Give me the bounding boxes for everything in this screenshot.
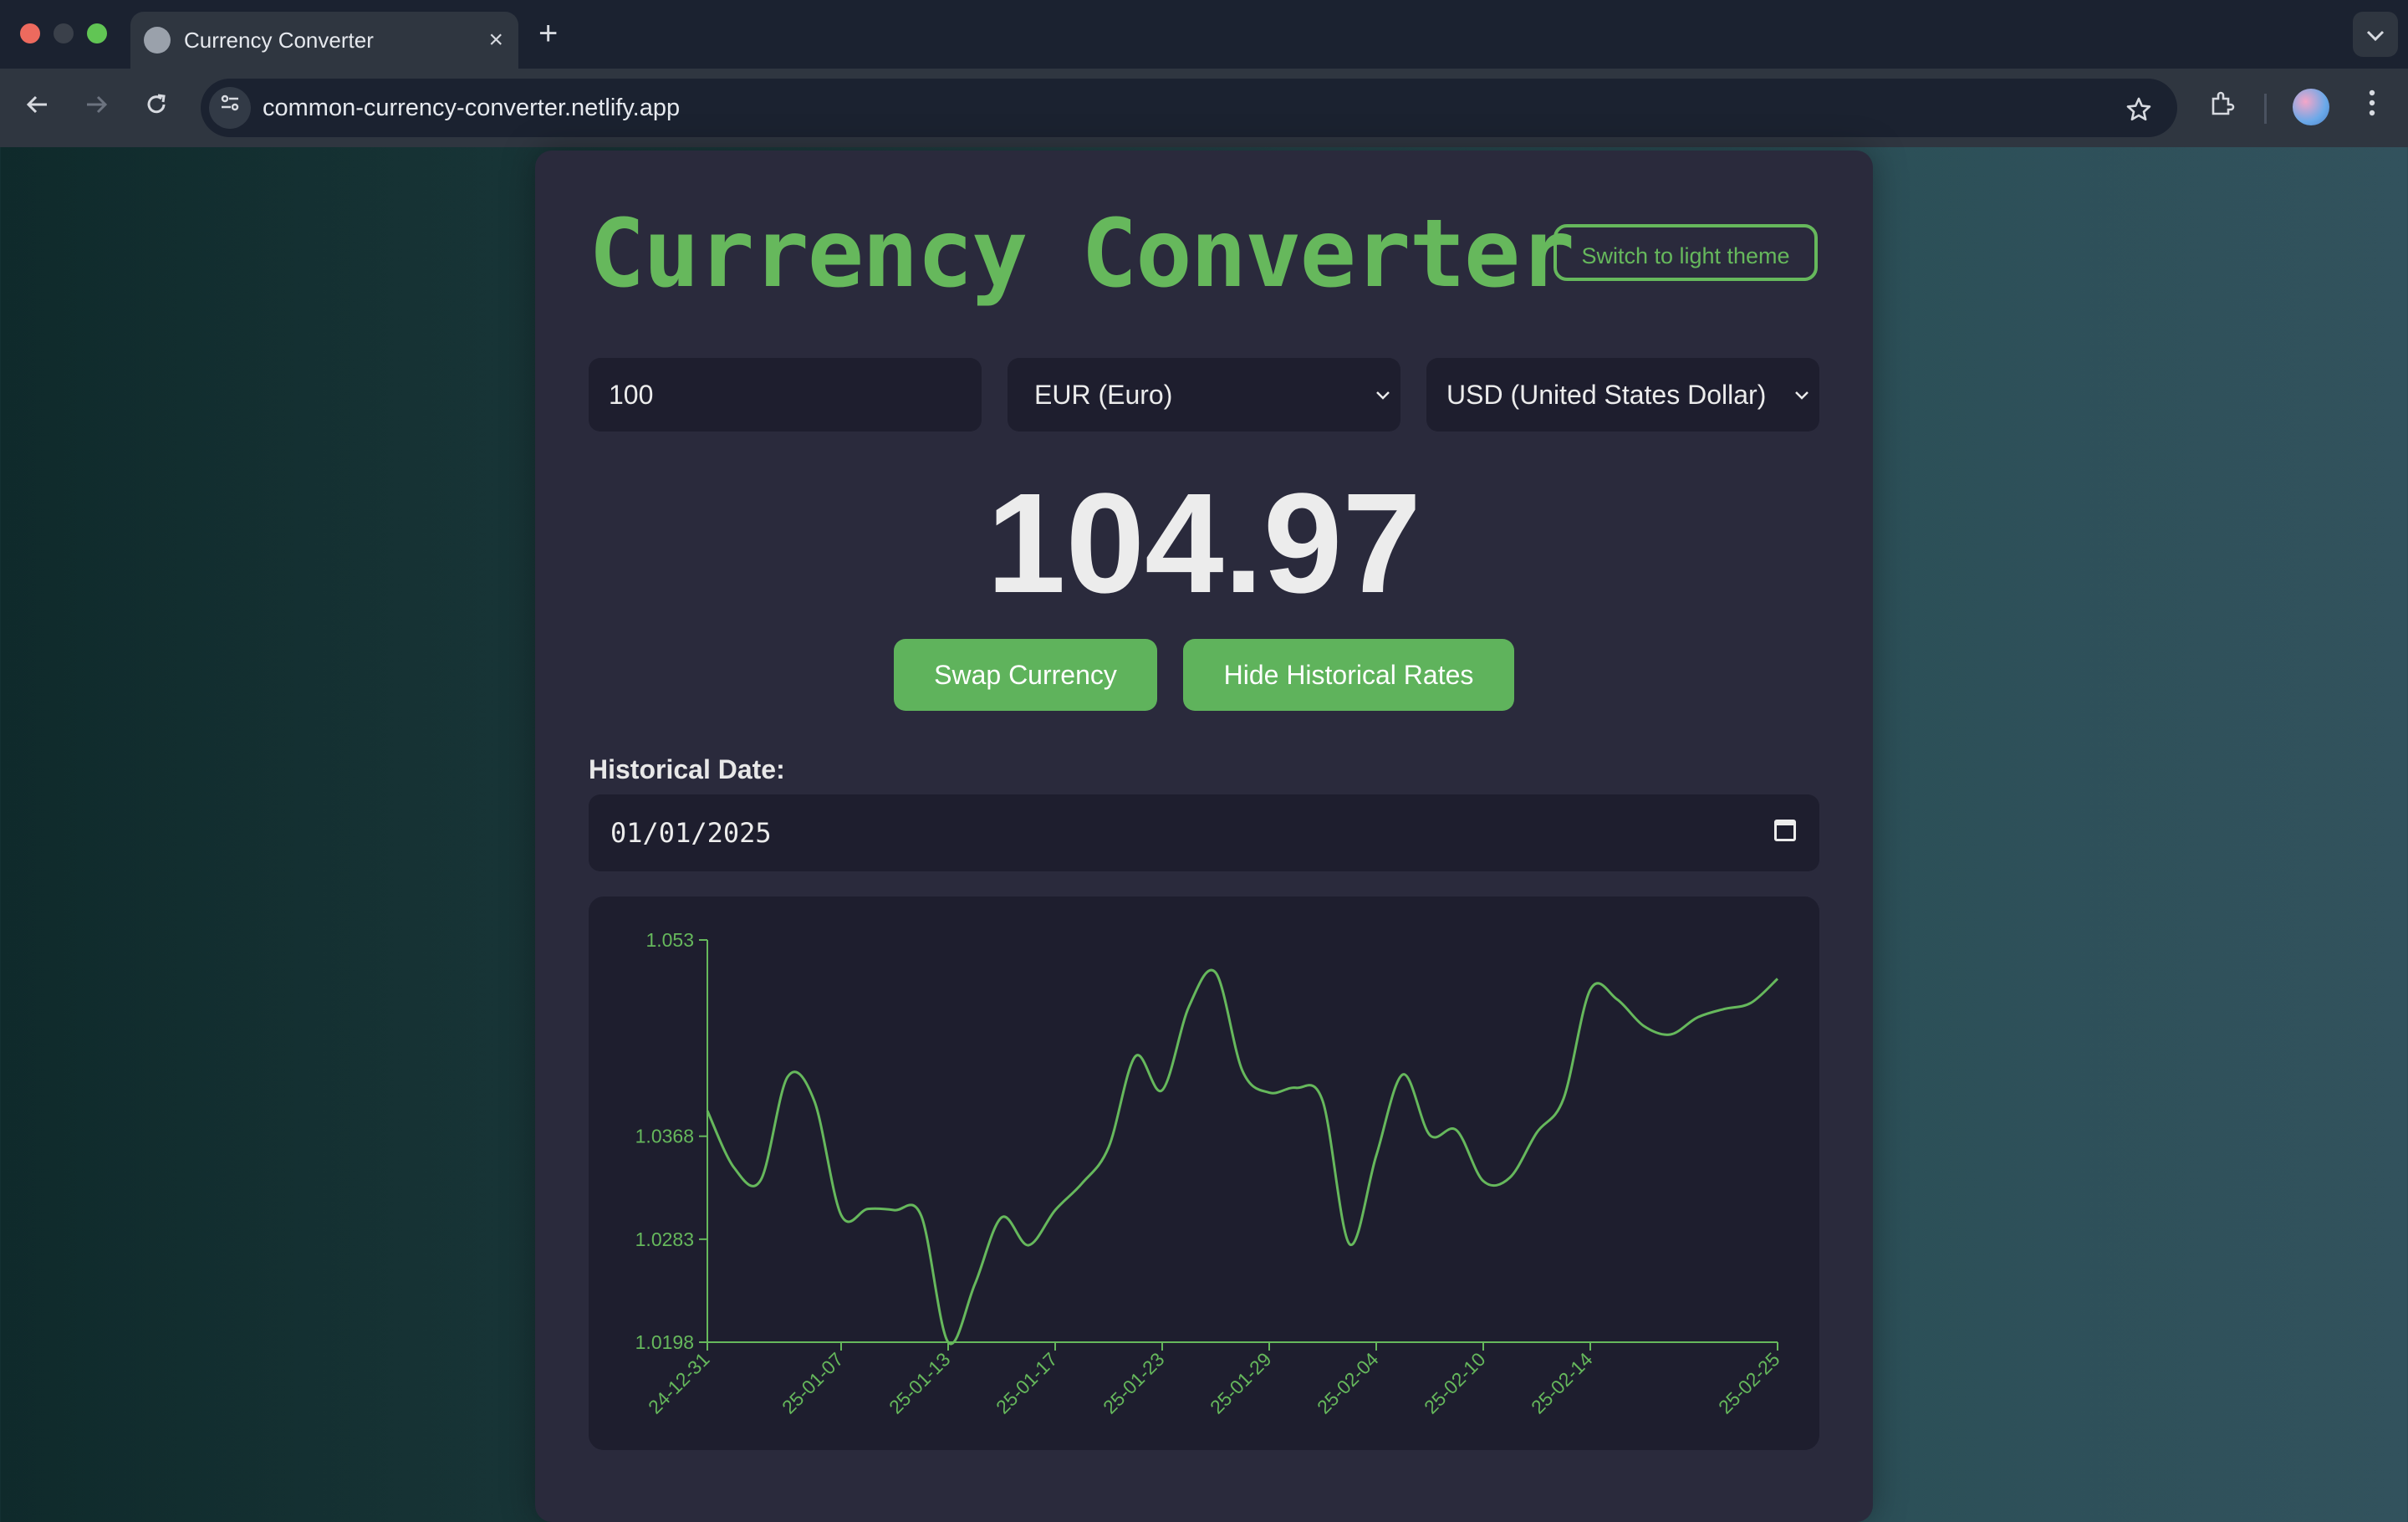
swap-currency-button[interactable]: Swap Currency [894, 639, 1157, 711]
browser-toolbar: common-currency-converter.netlify.app [0, 69, 2408, 147]
historical-date-value: 01/01/2025 [610, 817, 772, 849]
x-tick-label: 25-01-13 [885, 1348, 954, 1417]
x-tick-label: 25-02-10 [1420, 1348, 1489, 1417]
to-currency-select[interactable]: USD (United States Dollar) [1426, 358, 1819, 432]
chevron-down-icon [1794, 358, 1809, 432]
y-tick-label: 1.053 [645, 929, 694, 951]
switch-theme-button[interactable]: Switch to light theme [1553, 224, 1818, 281]
historical-date-label: Historical Date: [589, 754, 785, 784]
maximize-window-button[interactable] [87, 23, 107, 43]
chevron-down-icon [2366, 30, 2385, 42]
to-currency-value: USD (United States Dollar) [1446, 380, 1767, 410]
arrow-right-icon [87, 95, 108, 114]
reload-button[interactable] [135, 87, 177, 129]
y-tick-label: 1.0198 [635, 1331, 694, 1353]
x-tick-label: 25-02-25 [1714, 1348, 1783, 1417]
rate-series-line [706, 968, 1779, 1346]
amount-input[interactable]: 100 [589, 358, 982, 432]
app-title: Currency Converter [589, 200, 1575, 309]
back-button[interactable] [17, 87, 59, 129]
toolbar-divider [2264, 94, 2267, 124]
historical-date-input[interactable]: 01/01/2025 [589, 794, 1819, 871]
new-tab-button[interactable]: + [538, 12, 558, 55]
forward-button[interactable] [75, 87, 117, 129]
x-tick-label: 25-01-17 [992, 1348, 1061, 1417]
tab-title: Currency Converter [184, 28, 374, 53]
minimize-window-button[interactable] [54, 23, 74, 43]
site-settings-icon[interactable] [209, 87, 251, 129]
x-tick-label: 25-02-04 [1313, 1348, 1383, 1418]
x-tick-label: 25-01-07 [778, 1348, 847, 1417]
close-window-button[interactable] [20, 23, 40, 43]
converter-card: Currency Converter Switch to light theme… [535, 151, 1873, 1522]
x-tick-label: 25-01-23 [1099, 1348, 1168, 1417]
x-tick-label: 24-12-31 [644, 1348, 713, 1417]
bookmark-star-icon[interactable] [2125, 79, 2152, 137]
tab-search-button[interactable] [2353, 12, 2398, 57]
close-tab-button[interactable]: × [488, 22, 503, 59]
globe-icon [144, 27, 171, 54]
url-text: common-currency-converter.netlify.app [263, 94, 681, 121]
x-tick-label: 25-02-14 [1527, 1348, 1597, 1418]
reload-icon [147, 94, 166, 114]
x-tick-label: 25-01-29 [1206, 1348, 1275, 1417]
arrow-left-icon [26, 95, 47, 114]
from-currency-select[interactable]: EUR (Euro) [1008, 358, 1400, 432]
calendar-icon[interactable] [1774, 820, 1796, 841]
conversion-result: 104.97 [987, 464, 1421, 623]
historical-rates-chart: 1.053 1.0368 1.0283 1.0198 24-12-31 25-01-07 2… [589, 896, 1819, 1450]
hide-historical-rates-button[interactable]: Hide Historical Rates [1183, 639, 1514, 711]
browser-tab-bar: Currency Converter × + [0, 0, 2408, 69]
from-currency-value: EUR (Euro) [1034, 380, 1173, 410]
more-menu-icon[interactable] [2351, 87, 2393, 129]
y-tick-label: 1.0283 [635, 1228, 694, 1250]
profile-avatar[interactable] [2293, 89, 2329, 125]
y-tick-label: 1.0368 [635, 1126, 694, 1147]
amount-value: 100 [609, 380, 654, 410]
browser-tab[interactable]: Currency Converter × [130, 12, 518, 69]
chevron-down-icon [1375, 358, 1390, 432]
rate-line-chart: 1.053 1.0368 1.0283 1.019824-12-31 25-01-07 2… [635, 929, 1784, 1418]
extensions-icon[interactable] [2201, 87, 2242, 129]
address-bar[interactable]: common-currency-converter.netlify.app [201, 79, 2177, 137]
